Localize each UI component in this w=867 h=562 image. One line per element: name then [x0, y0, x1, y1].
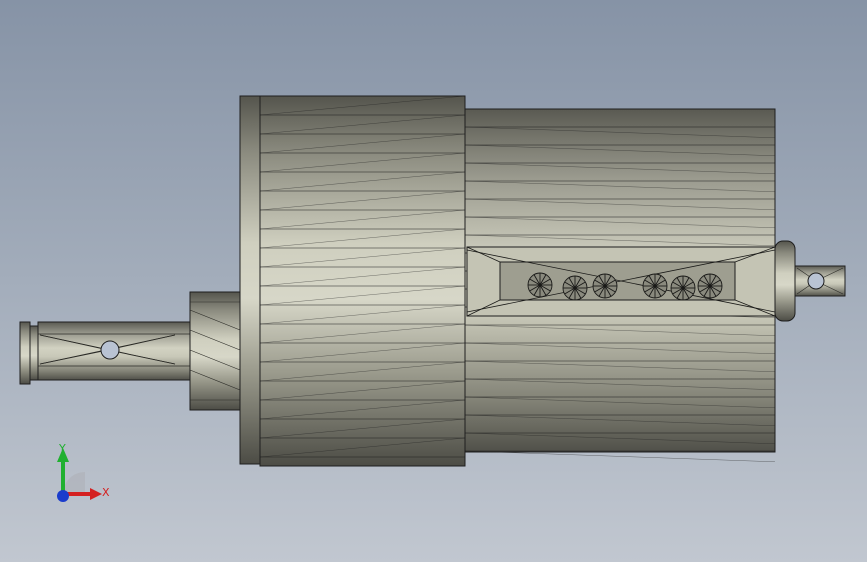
mesh-diagonal	[464, 450, 776, 462]
3d-viewport[interactable]: Y X	[0, 0, 867, 562]
shaft-assembly-model[interactable]	[0, 0, 867, 562]
right-shaft-end	[774, 240, 846, 322]
flange-ring	[239, 95, 263, 465]
x-axis-arrowhead	[90, 488, 102, 500]
step-shaft	[189, 291, 241, 411]
main-cylinder	[259, 95, 466, 467]
triad-plane-icon	[63, 472, 85, 494]
left-shaft-end	[19, 321, 191, 385]
x-axis-label: X	[102, 486, 110, 499]
y-axis-label: Y	[59, 442, 66, 455]
coordinate-triad: Y X	[40, 438, 120, 508]
z-axis-dot	[57, 490, 69, 502]
bearing-slot	[466, 246, 776, 317]
